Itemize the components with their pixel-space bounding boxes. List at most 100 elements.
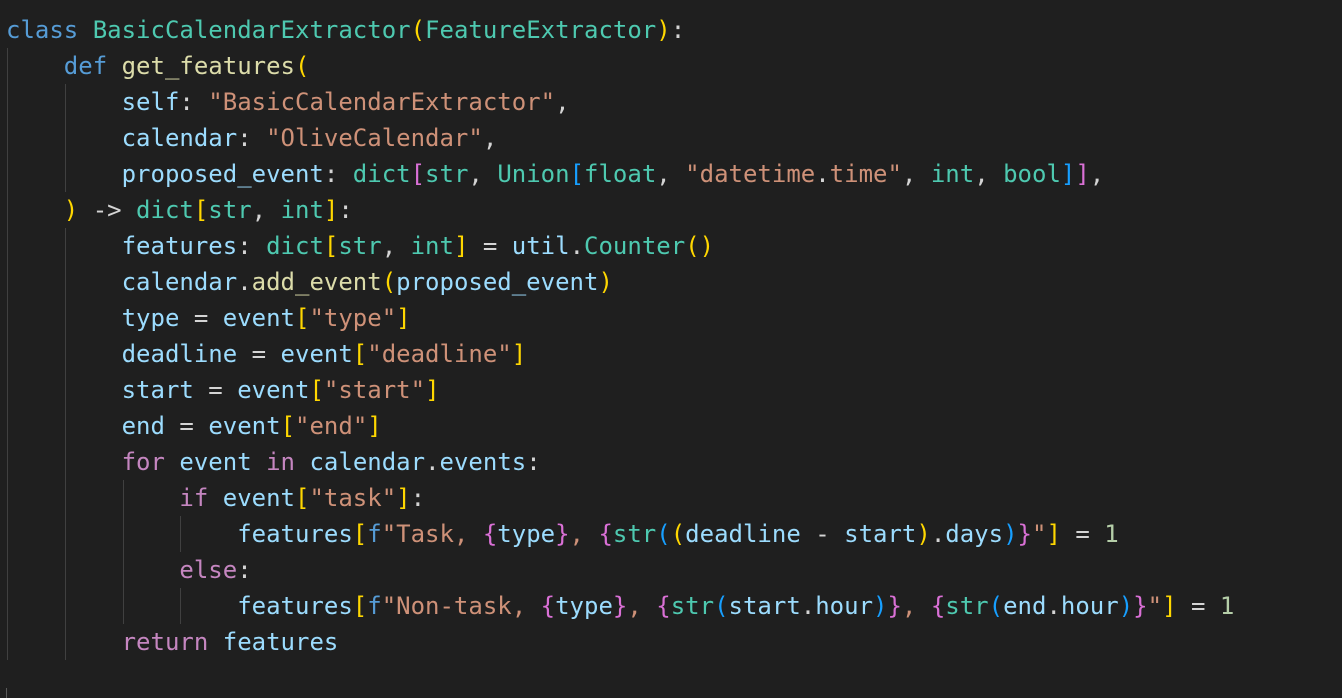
code-token: "Non-task,: [381, 592, 541, 620]
code-line: else:: [6, 552, 252, 588]
code-token: ]: [511, 340, 527, 368]
code-token: Union: [497, 160, 570, 188]
code-token: }: [1017, 520, 1032, 548]
code-token: (: [670, 520, 686, 548]
code-token: [: [280, 412, 296, 440]
code-line: def get_features(: [6, 48, 310, 84]
code-token: event: [179, 448, 252, 476]
code-token: "deadline": [367, 340, 512, 368]
code-token: }: [555, 520, 570, 548]
code-token: [: [193, 196, 209, 224]
code-token: (: [295, 52, 310, 80]
code-token: ]: [425, 376, 440, 404]
code-token: :: [410, 484, 426, 512]
code-token: proposed_event: [121, 160, 324, 188]
code-token: ]: [453, 232, 469, 260]
code-token: ,: [569, 520, 599, 548]
code-editor[interactable]: class BasicCalendarExtractor(FeatureExtr…: [0, 0, 1342, 698]
code-token: dict: [136, 196, 194, 224]
code-token: str: [425, 160, 469, 188]
code-token: def: [63, 52, 108, 80]
code-token: "BasicCalendarExtractor": [208, 88, 556, 116]
code-token: :: [237, 556, 252, 584]
code-token: {: [930, 592, 946, 620]
code-line: type = event["type"]: [6, 300, 411, 336]
code-token: add_event: [251, 268, 382, 296]
code-token: {: [540, 592, 556, 620]
code-token: ): [916, 520, 931, 548]
code-line: features[f"Task, {type}, {str((deadline …: [6, 516, 1119, 552]
code-token: :: [323, 160, 353, 188]
code-line: calendar: "OliveCalendar",: [6, 120, 498, 156]
code-token: for: [121, 448, 165, 476]
code-token: ]: [1060, 160, 1076, 188]
code-token: ,: [1089, 160, 1105, 188]
code-line: if event["task"]:: [6, 480, 425, 516]
code-token: int: [280, 196, 324, 224]
code-token: ): [63, 196, 79, 224]
code-token: end: [121, 412, 165, 440]
code-token: type: [497, 520, 556, 548]
code-token: event: [222, 484, 295, 512]
code-token: time": [829, 160, 902, 188]
code-token: calendar: [121, 124, 238, 152]
code-token: ,: [555, 88, 570, 116]
code-token: start: [121, 376, 194, 404]
code-token: {: [598, 520, 613, 548]
code-token: ->: [78, 196, 137, 224]
code-token: {: [482, 520, 498, 548]
code-token: ]: [396, 304, 411, 332]
text-cursor: [6, 688, 7, 698]
code-token: :: [338, 196, 353, 224]
code-token: "end": [295, 412, 368, 440]
code-token: [: [352, 340, 368, 368]
code-token: [: [410, 160, 426, 188]
code-token: ,: [627, 592, 657, 620]
code-token: ,: [901, 160, 931, 188]
code-token: ]: [367, 412, 382, 440]
code-token: ,: [482, 124, 498, 152]
code-token: int: [930, 160, 975, 188]
code-token: ,: [468, 160, 498, 188]
code-token: type: [121, 304, 180, 332]
code-token: [: [569, 160, 585, 188]
code-token: event: [208, 412, 281, 440]
code-token: :: [670, 16, 686, 44]
code-token: str: [208, 196, 252, 224]
code-line: deadline = event["deadline"]: [6, 336, 527, 372]
code-token: {: [656, 592, 671, 620]
code-token: ,: [381, 232, 411, 260]
code-token: "Task,: [381, 520, 483, 548]
code-token: }: [612, 592, 628, 620]
code-token: "start": [323, 376, 426, 404]
code-token: 1: [1219, 592, 1235, 620]
code-token: -: [800, 520, 845, 548]
code-token: ,: [656, 160, 686, 188]
code-token: ,: [974, 160, 1004, 188]
code-token: =: [237, 340, 281, 368]
code-token: "type": [309, 304, 397, 332]
code-token: ": [1031, 520, 1047, 548]
code-token: [: [323, 232, 339, 260]
code-token: [: [352, 520, 368, 548]
code-token: return: [121, 628, 209, 656]
code-token: dict: [352, 160, 411, 188]
code-token: (: [381, 268, 397, 296]
code-token: start: [728, 592, 801, 620]
code-line: class BasicCalendarExtractor(FeatureExtr…: [6, 12, 685, 48]
code-token: else: [179, 556, 238, 584]
code-token: "task": [309, 484, 397, 512]
code-token: end: [1003, 592, 1047, 620]
